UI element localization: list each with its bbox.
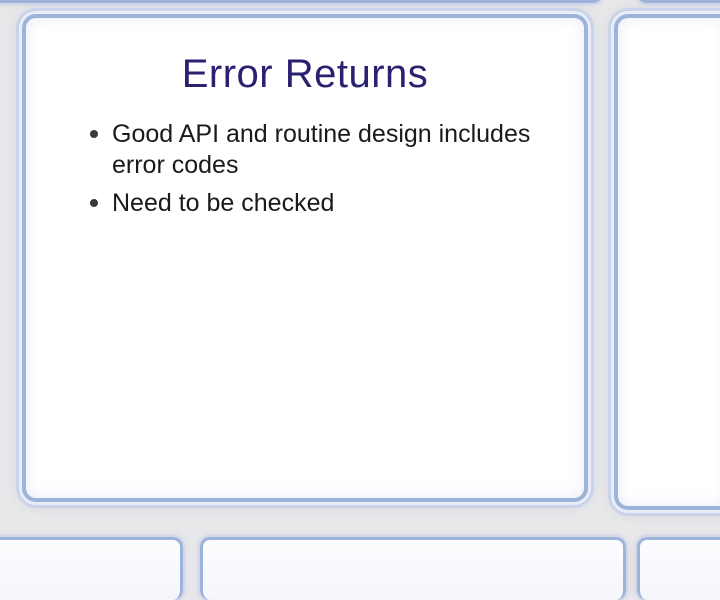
slide-panel: Error Returns Good API and routine desig… (22, 14, 588, 502)
frame-edge (637, 0, 720, 3)
bullet-list: Good API and routine design includes err… (54, 119, 556, 219)
frame-edge (0, 0, 603, 3)
frame-edge (637, 537, 720, 600)
list-item: Need to be checked (90, 188, 548, 219)
frame-edge (200, 537, 626, 600)
bullet-text: Good API and routine design includes err… (112, 120, 530, 179)
slide-title: Error Returns (54, 52, 556, 97)
list-item: Good API and routine design includes err… (90, 119, 548, 180)
bullet-text: Need to be checked (112, 189, 334, 217)
frame-edge (0, 537, 183, 600)
adjacent-panel (614, 14, 720, 510)
